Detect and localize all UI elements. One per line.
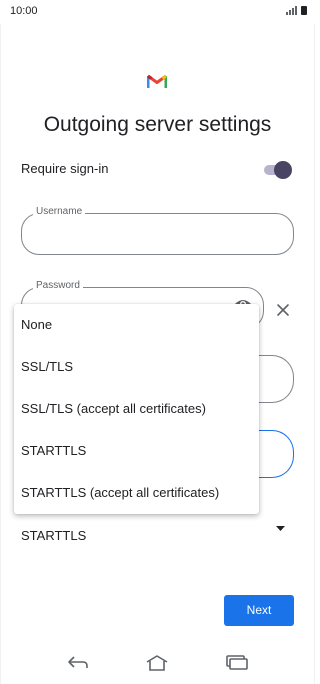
menu-item-starttls[interactable]: STARTTLS bbox=[14, 430, 259, 472]
back-icon[interactable] bbox=[67, 654, 89, 670]
status-time: 10:00 bbox=[10, 5, 38, 17]
menu-item-ssl-tls[interactable]: SSL/TLS bbox=[14, 346, 259, 388]
next-button[interactable]: Next bbox=[224, 595, 294, 626]
status-icons bbox=[286, 6, 307, 15]
username-field[interactable]: Username bbox=[21, 206, 294, 255]
security-type-value[interactable]: STARTTLS bbox=[21, 528, 86, 543]
password-label: Password bbox=[33, 280, 83, 291]
menu-item-starttls-accept-all[interactable]: STARTTLS (accept all certificates) bbox=[14, 472, 259, 514]
security-type-menu: None SSL/TLS SSL/TLS (accept all certifi… bbox=[14, 304, 259, 514]
dropdown-arrow-icon[interactable] bbox=[276, 526, 285, 531]
username-label: Username bbox=[33, 206, 86, 217]
signal-icon bbox=[286, 6, 297, 15]
navigation-bar bbox=[0, 640, 315, 684]
page-title: Outgoing server settings bbox=[43, 113, 272, 136]
close-icon[interactable] bbox=[276, 303, 290, 317]
menu-item-none[interactable]: None bbox=[14, 304, 259, 346]
gmail-icon bbox=[147, 74, 167, 88]
battery-icon bbox=[301, 6, 307, 15]
home-icon[interactable] bbox=[145, 654, 169, 672]
toggle-thumb bbox=[274, 161, 292, 179]
status-bar: 10:00 bbox=[0, 0, 315, 24]
recent-apps-icon[interactable] bbox=[226, 654, 248, 670]
require-signin-label: Require sign-in bbox=[21, 161, 109, 176]
menu-item-ssl-tls-accept-all[interactable]: SSL/TLS (accept all certificates) bbox=[14, 388, 259, 430]
require-signin-toggle[interactable] bbox=[262, 161, 292, 179]
